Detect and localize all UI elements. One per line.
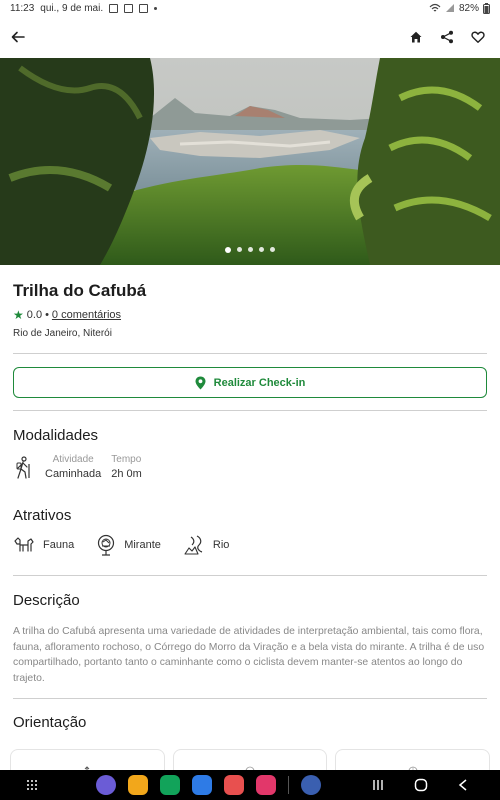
- divider: [13, 353, 487, 354]
- divider: [13, 410, 487, 411]
- system-navigation-bar: [0, 770, 500, 800]
- divider: [13, 575, 487, 576]
- dock-apps: [96, 775, 321, 795]
- screenshot-notification-icon: [124, 3, 134, 13]
- back-nav-icon[interactable]: [458, 779, 468, 791]
- home-button[interactable]: [404, 25, 428, 49]
- status-bar: 11:23 qui., 9 de mai. 82%: [0, 0, 500, 16]
- divider: [13, 698, 487, 699]
- description-text: A trilha do Cafubá apresenta uma varieda…: [13, 626, 485, 684]
- star-icon: ★: [13, 308, 24, 322]
- time-column: Tempo 2h 0m: [111, 454, 142, 480]
- status-time: 11:23: [10, 2, 35, 14]
- contacts-app-icon[interactable]: [224, 775, 244, 795]
- trail-title: Trilha do Cafubá: [13, 281, 147, 300]
- home-icon: [410, 31, 422, 43]
- more-notifications-icon: [154, 6, 158, 10]
- map-pin-icon: [195, 376, 206, 389]
- check-notification-icon: [139, 3, 149, 13]
- descricao-title: Descrição: [13, 592, 80, 609]
- attraction-rio: Rio: [183, 534, 230, 556]
- gallery-dot[interactable]: [225, 247, 231, 253]
- share-icon: [441, 30, 453, 44]
- atrativos-title: Atrativos: [13, 507, 72, 524]
- gallery-pagination[interactable]: [0, 247, 500, 253]
- share-button[interactable]: [435, 25, 459, 49]
- gallery-dot[interactable]: [248, 247, 253, 252]
- trail-landscape-photo: [0, 58, 500, 265]
- home-nav-icon[interactable]: [414, 778, 428, 792]
- app-drawer-icon[interactable]: [26, 779, 38, 791]
- attraction-mirante: Mirante: [96, 534, 161, 556]
- trail-rating: ★ 0.0 • 0 comentários: [13, 308, 121, 322]
- trail-photo-gallery[interactable]: [0, 58, 500, 265]
- orientacao-title: Orientação: [13, 714, 87, 731]
- battery-icon: [483, 2, 490, 14]
- atrativos-list: Fauna Mirante Rio: [13, 534, 229, 556]
- settings-app-icon[interactable]: [301, 775, 321, 795]
- activity-label: Atividade: [52, 454, 94, 465]
- separator-dot: •: [45, 309, 49, 321]
- status-date: qui., 9 de mai.: [40, 2, 104, 14]
- system-buttons: [372, 778, 468, 792]
- gallery-notification-icon: [109, 3, 119, 13]
- camera-app-icon[interactable]: [256, 775, 276, 795]
- viewpoint-icon: [98, 534, 115, 556]
- back-button[interactable]: [6, 25, 30, 49]
- arrow-left-icon: [11, 31, 25, 43]
- phone-app-icon[interactable]: [160, 775, 180, 795]
- files-app-icon[interactable]: [128, 775, 148, 795]
- attraction-label: Rio: [212, 539, 230, 551]
- recent-apps-icon[interactable]: [372, 779, 384, 791]
- river-icon: [184, 535, 203, 555]
- favorite-button[interactable]: [466, 25, 490, 49]
- attraction-label: Fauna: [43, 539, 75, 551]
- attraction-label: Mirante: [124, 539, 161, 551]
- modalidades-title: Modalidades: [13, 427, 99, 444]
- time-value: 2h 0m: [111, 468, 142, 480]
- checkin-label: Realizar Check-in: [213, 376, 306, 389]
- activity-value: Caminhada: [45, 468, 102, 480]
- time-label: Tempo: [111, 454, 142, 465]
- gallery-dot[interactable]: [259, 247, 264, 252]
- signal-icon: [445, 4, 454, 12]
- modalidades-row: Atividade Caminhada Tempo 2h 0m: [13, 454, 142, 480]
- internet-app-icon[interactable]: [96, 775, 116, 795]
- activity-column: Atividade Caminhada: [45, 454, 101, 480]
- wifi-icon: [429, 3, 441, 12]
- dock-divider: [288, 776, 289, 794]
- gallery-dot[interactable]: [237, 247, 242, 252]
- comments-link[interactable]: 0 comentários: [52, 309, 121, 321]
- heart-outline-icon: [471, 31, 485, 43]
- battery-percent: 82%: [458, 2, 479, 14]
- hiker-icon: [16, 456, 30, 479]
- app-bar: [0, 20, 500, 54]
- gallery-dot[interactable]: [270, 247, 275, 252]
- fauna-icon: [14, 537, 34, 552]
- attraction-fauna: Fauna: [13, 535, 74, 555]
- checkin-button[interactable]: Realizar Check-in: [13, 367, 487, 398]
- messages-app-icon[interactable]: [192, 775, 212, 795]
- trail-location: Rio de Janeiro, Niterói: [13, 328, 112, 339]
- rating-value: 0.0: [26, 309, 43, 321]
